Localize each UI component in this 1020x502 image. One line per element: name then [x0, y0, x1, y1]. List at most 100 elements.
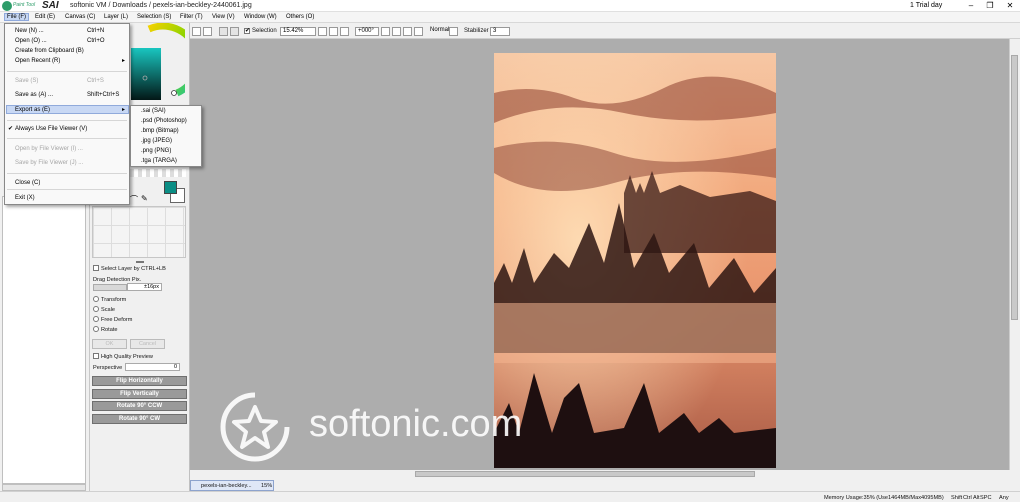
export-bmp[interactable]: .bmp (Bitmap): [141, 128, 179, 134]
shortcut-new: Ctrl+N: [87, 28, 105, 34]
deselect-button[interactable]: [192, 27, 201, 36]
document-tab-zoom: 15%: [261, 483, 273, 489]
key-spc: SPC: [980, 495, 992, 501]
drag-detection-slider[interactable]: [93, 284, 127, 291]
softonic-watermark: softonic.com: [213, 385, 573, 465]
maximize-button[interactable]: ❐: [981, 0, 999, 12]
export-psd[interactable]: .psd (Photoshop): [141, 118, 187, 124]
menu-edit[interactable]: Edit (E): [35, 14, 55, 20]
menu-close[interactable]: Close (C): [15, 180, 40, 186]
menu-others[interactable]: Others (O): [286, 14, 314, 20]
softonic-star-icon: [220, 392, 290, 462]
submenu-arrow-icon: ▸: [122, 107, 126, 113]
close-button[interactable]: ✕: [1001, 0, 1019, 12]
blend-option-button[interactable]: [449, 27, 458, 36]
perspective-field[interactable]: 0: [125, 363, 180, 371]
menu-file[interactable]: File (F): [4, 13, 29, 21]
stabilizer-field[interactable]: 3: [490, 27, 510, 36]
select-layer-label: Select Layer by CTRL+LB: [101, 266, 166, 272]
rotate-reset-button[interactable]: [403, 27, 412, 36]
tool-button-a[interactable]: [219, 27, 228, 36]
menu-selection[interactable]: Selection (S): [137, 14, 171, 20]
selection-checkbox[interactable]: ✔: [244, 28, 250, 34]
rotate-right-button[interactable]: [392, 27, 401, 36]
menu-separator: [7, 138, 127, 139]
document-path: softonic VM / Downloads / pexels-ian-bec…: [70, 2, 252, 9]
transform-label: Transform: [101, 297, 127, 303]
logo-text-big: SAI: [42, 0, 59, 11]
menu-save[interactable]: Save (S): [15, 78, 38, 84]
check-mark-icon: ✔: [245, 28, 251, 34]
hq-preview-checkbox[interactable]: [93, 353, 99, 359]
export-sai[interactable]: .sai (SAI): [141, 108, 166, 114]
watermark-text: softonic.com: [309, 403, 523, 445]
drag-detection-field[interactable]: ±16px: [127, 283, 162, 291]
title-bar: Paint Tool SAI softonic VM / Downloads /…: [0, 0, 1020, 12]
ok-button[interactable]: OK: [92, 339, 127, 349]
flip-view-button[interactable]: [414, 27, 423, 36]
leaf-logo-icon: [2, 1, 12, 11]
export-tga[interactable]: .tga (TARGA): [141, 158, 177, 164]
menu-separator: [7, 173, 127, 174]
menu-save-by-file-viewer[interactable]: Save by File Viewer (J) ...: [15, 160, 83, 166]
transparency-strip: [130, 169, 186, 177]
menu-always-use-file-viewer[interactable]: Always Use File Viewer (V): [15, 126, 87, 132]
menu-canvas[interactable]: Canvas (C): [65, 14, 95, 20]
main-color-swatch[interactable]: [164, 181, 177, 194]
menu-view[interactable]: View (V): [212, 14, 235, 20]
vertical-scroll-thumb[interactable]: [1011, 55, 1018, 320]
navigator-preview[interactable]: [92, 206, 186, 258]
zoom-reset-button[interactable]: [340, 27, 349, 36]
zoom-field[interactable]: 15.42%: [280, 27, 316, 36]
horizontal-scroll-thumb[interactable]: [415, 471, 755, 477]
flip-vertically-button[interactable]: Flip Vertically: [92, 389, 187, 399]
transform-radio[interactable]: [93, 296, 99, 302]
minimize-button[interactable]: –: [962, 0, 980, 12]
zoom-out-button[interactable]: [318, 27, 327, 36]
color-wheel[interactable]: [127, 23, 185, 103]
menu-separator: [7, 71, 127, 72]
rotate-left-button[interactable]: [381, 27, 390, 36]
menu-open[interactable]: Open (O) ...: [15, 38, 47, 44]
menu-window[interactable]: Window (W): [244, 14, 277, 20]
eyedropper-icon[interactable]: ✎: [141, 194, 148, 203]
scale-radio[interactable]: [93, 306, 99, 312]
submenu-arrow-icon: ▸: [122, 58, 126, 64]
flip-horizontally-button[interactable]: Flip Horizontally: [92, 376, 187, 386]
document-tab-name: pexels-ian-beckley...: [201, 483, 252, 489]
angle-field[interactable]: +000°: [355, 27, 379, 36]
check-mark-icon: ✔: [8, 126, 14, 132]
free-deform-radio[interactable]: [93, 316, 99, 322]
cancel-button[interactable]: Cancel: [130, 339, 165, 349]
hq-preview-label: High Quality Preview: [101, 354, 153, 360]
menu-new[interactable]: New (N) ...: [15, 28, 44, 34]
layer-list-scrollbar[interactable]: [2, 484, 86, 491]
export-jpg[interactable]: .jpg (JPEG): [141, 138, 172, 144]
menu-filter[interactable]: Filter (T): [180, 14, 203, 20]
rotate-cw-button[interactable]: Rotate 90° CW: [92, 414, 187, 424]
rotate-ccw-button[interactable]: Rotate 90° CCW: [92, 401, 187, 411]
menu-create-from-clipboard[interactable]: Create from Clipboard (B): [15, 48, 84, 54]
layer-list[interactable]: [2, 196, 86, 484]
zoom-in-button[interactable]: [329, 27, 338, 36]
blend-mode[interactable]: Normal: [428, 27, 449, 36]
selection-label: Selection: [252, 28, 277, 34]
invert-selection-button[interactable]: [203, 27, 212, 36]
lasso-icon[interactable]: ⌒: [130, 194, 138, 205]
tool-button-b[interactable]: [230, 27, 239, 36]
document-tab[interactable]: pexels-ian-beckley... 15%: [190, 480, 274, 491]
stabilizer-label: Stabilizer: [464, 28, 489, 34]
key-alt: Alt: [973, 495, 980, 501]
menu-save-as[interactable]: Save as (A) ...: [15, 92, 53, 98]
menu-open-recent[interactable]: Open Recent (R): [15, 58, 60, 64]
panel-resize-handle[interactable]: [136, 261, 144, 263]
export-png[interactable]: .png (PNG): [141, 148, 171, 154]
menu-open-by-file-viewer[interactable]: Open by File Viewer (I) ...: [15, 146, 83, 152]
menu-export-as[interactable]: Export as (E): [15, 107, 50, 113]
perspective-label: Perspective: [93, 365, 123, 371]
menu-layer[interactable]: Layer (L): [104, 14, 128, 20]
shortcut-save: Ctrl+S: [87, 78, 104, 84]
menu-exit[interactable]: Exit (X): [15, 195, 35, 201]
select-layer-checkbox[interactable]: [93, 265, 99, 271]
rotate-radio[interactable]: [93, 326, 99, 332]
